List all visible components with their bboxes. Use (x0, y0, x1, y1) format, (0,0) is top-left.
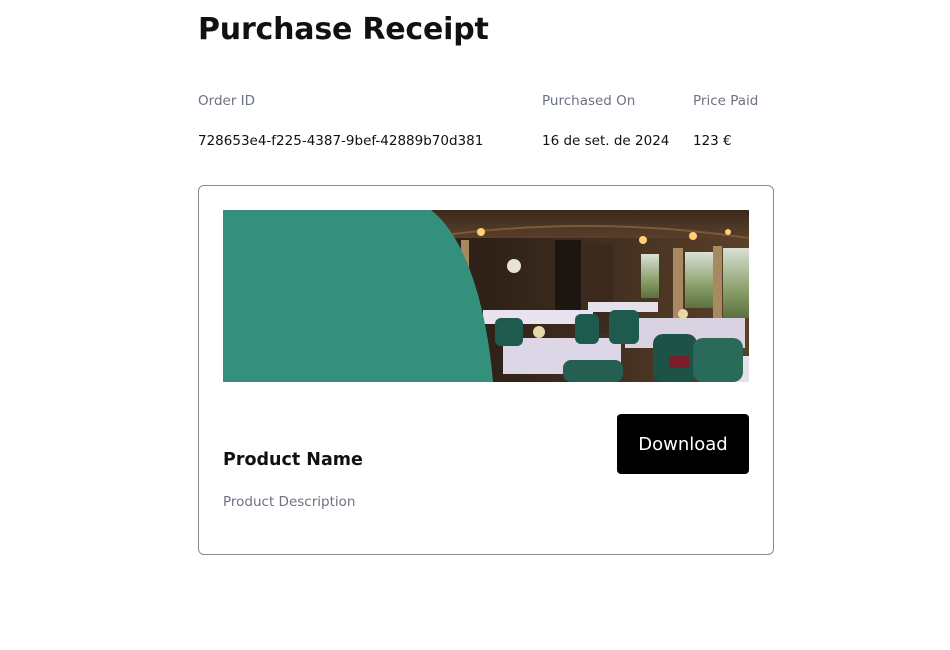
order-id-label: Order ID (198, 93, 256, 109)
price-paid-label: Price Paid (693, 93, 759, 109)
price-paid-value: 123 € (693, 133, 732, 149)
order-id-value: 728653e4-f225-4387-9bef-42889b70d381 (198, 133, 484, 149)
product-description: Product Description (223, 494, 356, 510)
product-name: Product Name (223, 450, 363, 470)
page-title: Purchase Receipt (198, 12, 489, 47)
download-button[interactable]: Download (617, 414, 749, 474)
product-card: Product Name Product Description Downloa… (198, 185, 774, 555)
purchased-on-value: 16 de set. de 2024 (542, 133, 670, 149)
purchased-on-label: Purchased On (542, 93, 636, 109)
receipt-page: Purchase Receipt Order ID Purchased On P… (0, 0, 950, 650)
product-banner-image (223, 210, 749, 382)
